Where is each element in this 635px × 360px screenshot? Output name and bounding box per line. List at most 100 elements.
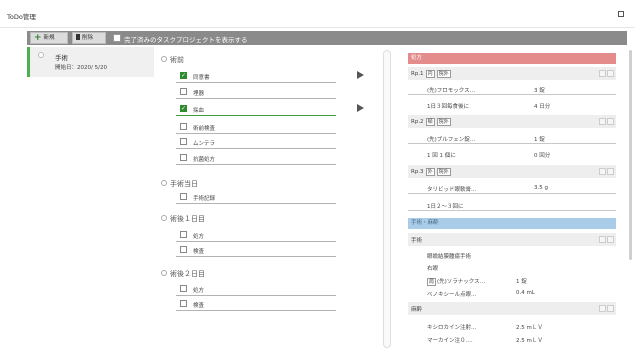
drug-name: タリビッド眼軟膏… (427, 187, 477, 193)
procedure-side: 右眼 (427, 266, 439, 272)
project-start-date: 開始日：2020/ 5/20 (55, 65, 107, 71)
task-item[interactable]: 処方 (176, 228, 336, 242)
window-title: ToDo管理 (7, 13, 36, 21)
task-checkbox[interactable] (180, 246, 187, 253)
side-line: 右眼 (408, 260, 616, 273)
task-list-scrollbar[interactable] (383, 50, 391, 348)
usage-text: 1日３回毎食後に (427, 104, 469, 110)
play-arrow-icon[interactable] (357, 71, 364, 79)
task-checkbox[interactable] (180, 105, 187, 112)
task-group-header[interactable]: 手術当日 (161, 179, 198, 189)
rp-tag: 内 (425, 70, 435, 78)
rp-tag: 外 (425, 168, 435, 176)
rp-tag: 院外 (436, 168, 451, 176)
project-item[interactable]: 手術 開始日：2020/ 5/20 (27, 47, 154, 77)
edit-icon[interactable] (599, 168, 606, 175)
maximize-button[interactable] (618, 11, 624, 17)
anesthesia-label: 麻酔 (411, 307, 423, 313)
task-checkbox[interactable] (180, 285, 187, 292)
task-checkbox[interactable] (180, 193, 187, 200)
rp-label: Rp.3 (411, 169, 424, 175)
task-item[interactable]: 術前検査 (176, 120, 336, 134)
delete-button[interactable]: 削除 (72, 32, 106, 44)
task-checkbox[interactable] (180, 231, 187, 238)
task-item[interactable]: 検査 (176, 297, 336, 311)
anesthesia-subheader[interactable]: 麻酔 (408, 302, 616, 315)
delete-label: 削除 (82, 35, 94, 41)
task-checkbox[interactable] (180, 138, 187, 145)
usage-days: 4 日分 (534, 104, 551, 110)
play-arrow-icon[interactable] (357, 104, 364, 112)
surgery-drug-name: (先)ソラナックス… (437, 279, 486, 285)
drug-qty: 3.5 g (534, 185, 548, 191)
task-item[interactable]: 同意書 (176, 69, 364, 83)
edit-icon[interactable] (599, 118, 606, 125)
usage-text: 1 回 1 個に (427, 153, 456, 159)
detail-scrollbar[interactable] (629, 50, 632, 260)
task-label: 処方 (193, 288, 205, 294)
delete-icon[interactable] (607, 70, 614, 77)
task-label: ムンテラ (193, 141, 216, 147)
surgery-drug-qty: 0.4 mL (516, 290, 535, 296)
project-name: 手術 (55, 54, 68, 62)
edit-icon[interactable] (599, 305, 606, 312)
delete-icon[interactable] (607, 236, 614, 243)
task-item[interactable]: 抗菌処方 (176, 151, 336, 165)
delete-icon[interactable] (607, 305, 614, 312)
task-item[interactable]: 手術記録 (176, 190, 336, 204)
plus-icon: + (34, 33, 42, 43)
task-label: 術前検査 (193, 126, 216, 132)
drug-line: (先)フロモックス… 3 錠 (408, 82, 616, 95)
rp-row[interactable]: Rp.1 内院外 (408, 67, 616, 80)
task-item[interactable]: 処方 (176, 282, 336, 296)
task-checkbox[interactable] (180, 300, 187, 307)
procedure-name: 眼瞼結膜腫瘍手術 (427, 254, 472, 260)
drug-qty: 3 錠 (534, 88, 545, 94)
surgery-drug-qty: 1 錠 (516, 279, 527, 285)
task-item[interactable]: ムンテラ (176, 135, 336, 149)
rp-tag: 頓 (425, 118, 435, 126)
task-label: 検査 (193, 249, 205, 255)
drug-name: (先)ブルフェン錠… (427, 137, 476, 143)
usage-line: 1日３回毎食後に 4 日分 (408, 98, 616, 111)
task-group-header[interactable]: 術後２日目 (161, 269, 205, 279)
anesthesia-name: マーカイン注０.… (427, 338, 473, 344)
rp-row[interactable]: Rp.3 外院外 (408, 165, 616, 178)
project-list: 手術 開始日：2020/ 5/20 (27, 47, 154, 352)
group-radio[interactable] (161, 270, 167, 276)
edit-icon[interactable] (599, 70, 606, 77)
group-name: 術後２日目 (170, 270, 205, 278)
usage-line: 1日２～３回に (408, 198, 616, 211)
group-radio[interactable] (161, 215, 167, 221)
task-group-header[interactable]: 術前 (161, 55, 184, 65)
task-checkbox[interactable] (180, 88, 187, 95)
rp-row[interactable]: Rp.2 頓院外 (408, 115, 616, 128)
task-checkbox[interactable] (180, 123, 187, 130)
task-checkbox[interactable] (180, 154, 187, 161)
surgery-sub-label: 手術 (411, 238, 423, 244)
surgery-subheader[interactable]: 手術 (408, 233, 616, 246)
task-checkbox[interactable] (180, 72, 187, 79)
delete-icon[interactable] (607, 118, 614, 125)
project-radio[interactable] (38, 52, 44, 58)
anesthesia-line: マーカイン注０.… 2.5 mＬＶ (408, 332, 616, 345)
task-item[interactable]: 検査 (176, 243, 336, 257)
show-completed-checkbox[interactable] (113, 34, 121, 42)
anesthesia-qty: 2.5 mＬＶ (516, 338, 543, 344)
show-completed-label[interactable]: 完了済みのタスクプロジェクトを表示する (124, 34, 248, 44)
task-group-header[interactable]: 術後１日目 (161, 214, 205, 224)
drug-name: (先)フロモックス… (427, 88, 476, 94)
surgery-drug-line: ベノキシール点眼… 0.4 mL (408, 286, 616, 299)
edit-icon[interactable] (599, 236, 606, 243)
new-label: 新規 (43, 35, 55, 41)
group-radio[interactable] (161, 180, 167, 186)
group-radio[interactable] (161, 56, 167, 62)
task-item[interactable]: 採血 (176, 102, 364, 116)
task-item[interactable]: 埋器 (176, 85, 336, 99)
new-button[interactable]: + 新規 (30, 32, 68, 44)
delete-icon[interactable] (607, 168, 614, 175)
title-bar: ToDo管理 (0, 0, 635, 28)
rp-tag: 院外 (436, 118, 451, 126)
rp-tag: 院外 (436, 70, 451, 78)
surgery-header: 手術・麻酔 (408, 218, 616, 229)
